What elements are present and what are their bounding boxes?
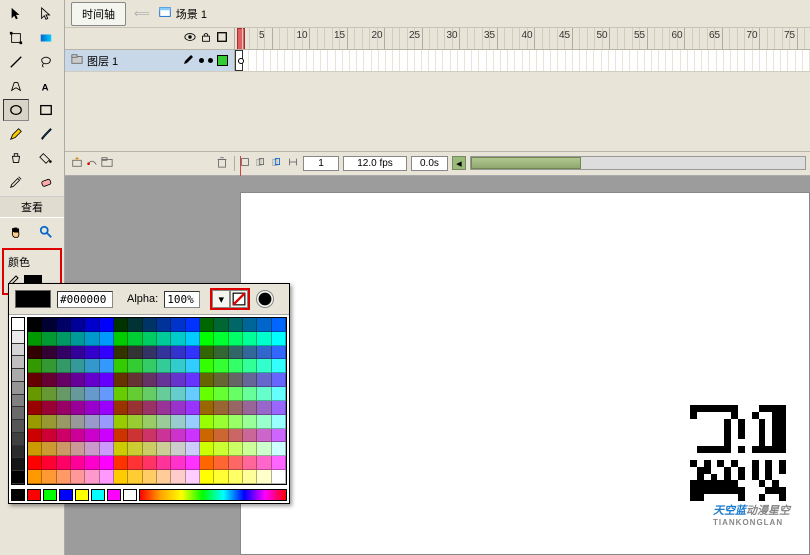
hand-tool[interactable]	[3, 221, 29, 243]
timeline-ruler[interactable]: 151015202530354045505560657075	[235, 28, 810, 49]
layer-empty-area	[65, 72, 810, 152]
color-section-label: 颜色	[6, 252, 58, 272]
topbar: 时间轴 ⟸ 场景 1	[65, 0, 810, 28]
insert-folder-icon[interactable]	[101, 156, 113, 171]
layer-lock-dot[interactable]	[208, 58, 213, 63]
qr-watermark	[690, 405, 786, 501]
layer-row[interactable]: 图层 1	[65, 50, 810, 72]
onion-skin-icon[interactable]	[255, 156, 267, 171]
zoom-tool[interactable]	[33, 221, 59, 243]
keyframe[interactable]	[235, 50, 243, 71]
highlighted-button-group: ▾	[210, 288, 250, 310]
pencil-tool[interactable]	[3, 123, 29, 145]
brush-tool[interactable]	[33, 123, 59, 145]
insert-motion-guide-icon[interactable]	[86, 156, 98, 171]
timeline-panel: 151015202530354045505560657075 图层 1	[65, 28, 810, 176]
gradient-transform-tool[interactable]	[33, 27, 59, 49]
no-color-icon[interactable]	[230, 290, 248, 308]
edit-multiple-icon[interactable]	[287, 156, 299, 171]
alpha-input[interactable]	[164, 291, 200, 308]
rectangle-tool[interactable]	[33, 99, 59, 121]
fps-display: 12.0 fps	[343, 156, 407, 171]
scene-icon	[158, 5, 172, 22]
hex-input[interactable]	[57, 291, 113, 308]
lock-column-icon[interactable]	[200, 31, 212, 46]
layer-outline-swatch[interactable]	[217, 55, 228, 66]
insert-layer-icon[interactable]	[71, 156, 83, 171]
layer-active-pencil-icon	[183, 53, 195, 68]
timeline-scrollbar[interactable]	[470, 156, 806, 170]
scroll-left-icon[interactable]: ◂	[452, 156, 466, 170]
selection-tool[interactable]	[3, 3, 29, 25]
ink-bottle-tool[interactable]	[3, 147, 29, 169]
eyedropper-tool[interactable]	[3, 171, 29, 193]
outline-column-icon[interactable]	[216, 31, 228, 46]
timeline-tab[interactable]: 时间轴	[71, 2, 126, 26]
subselect-tool[interactable]	[33, 3, 59, 25]
dropdown-icon[interactable]: ▾	[212, 290, 230, 308]
onion-skin-outline-icon[interactable]	[271, 156, 283, 171]
elapsed-display: 0.0s	[411, 156, 448, 171]
basic-colors-row[interactable]	[9, 487, 289, 503]
pen-tool[interactable]	[3, 75, 29, 97]
brand-sub: 动漫星空	[746, 505, 790, 517]
current-color-swatch	[15, 290, 51, 308]
scrollbar-thumb[interactable]	[471, 157, 581, 169]
color-swatch-grid[interactable]	[27, 317, 287, 485]
scene-breadcrumb[interactable]: 场景 1	[158, 5, 207, 22]
color-picker-popup: Alpha: ▾	[8, 283, 290, 504]
current-frame-display: 1	[303, 156, 339, 171]
eraser-tool[interactable]	[33, 171, 59, 193]
layer-frames[interactable]	[235, 50, 810, 71]
layer-panel-header	[65, 28, 235, 49]
delete-layer-icon[interactable]	[216, 156, 228, 171]
brand-cn: 天空蓝	[713, 505, 746, 517]
brand-watermark: 天空蓝动漫星空 TIANKONGLAN	[713, 502, 790, 527]
scene-name: 场景 1	[176, 6, 207, 22]
layer-name: 图层 1	[87, 53, 118, 69]
text-tool[interactable]: A	[33, 75, 59, 97]
layer-visible-dot[interactable]	[199, 58, 204, 63]
lasso-tool[interactable]	[33, 51, 59, 73]
brand-pinyin: TIANKONGLAN	[713, 518, 790, 527]
layer-icon	[71, 53, 83, 68]
alpha-label: Alpha:	[127, 293, 158, 305]
eye-column-icon[interactable]	[184, 31, 196, 46]
line-tool[interactable]	[3, 51, 29, 73]
grayscale-column[interactable]	[11, 317, 25, 485]
back-arrow-icon[interactable]: ⟸	[134, 7, 150, 20]
svg-text:A: A	[42, 82, 49, 93]
view-section-label: 查看	[0, 196, 64, 218]
oval-tool[interactable]	[3, 99, 29, 121]
free-transform-tool[interactable]	[3, 27, 29, 49]
color-wheel-icon[interactable]	[256, 290, 274, 308]
paint-bucket-tool[interactable]	[33, 147, 59, 169]
